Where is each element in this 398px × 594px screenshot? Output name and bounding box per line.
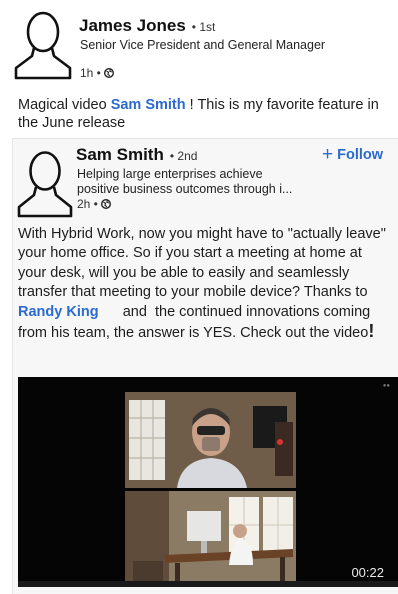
follow-button[interactable]: + Follow bbox=[322, 144, 384, 165]
shared-post-time: 2h • bbox=[77, 197, 98, 211]
video-corner-indicator: ●● bbox=[382, 383, 390, 389]
globe-icon bbox=[103, 68, 114, 78]
shared-author-name-text[interactable]: Sam Smith bbox=[76, 145, 164, 164]
video-participant-top bbox=[125, 392, 296, 488]
mention-link[interactable]: Randy King bbox=[18, 304, 99, 320]
person-outline-icon bbox=[17, 151, 73, 218]
video-duration: 00:22 bbox=[351, 565, 384, 580]
video-participant-bottom bbox=[125, 491, 296, 587]
shared-author-name[interactable]: Sam Smith • 2nd bbox=[76, 145, 197, 165]
post-time: 1h • bbox=[80, 66, 101, 80]
participant-scene-bottom bbox=[125, 491, 296, 587]
mention-link[interactable]: Sam Smith bbox=[111, 97, 186, 113]
feed-post: James Jones • 1st Senior Vice President a… bbox=[0, 0, 398, 594]
video-player[interactable]: ●● 00:22 bbox=[18, 377, 398, 587]
plus-icon: + bbox=[322, 144, 334, 165]
follow-label: Follow bbox=[337, 147, 384, 163]
shared-post-meta: 2h • bbox=[77, 197, 111, 211]
participant-scene-top bbox=[125, 392, 296, 488]
globe-icon bbox=[100, 199, 111, 209]
author-name-text[interactable]: James Jones bbox=[79, 16, 186, 35]
shared-text-end: ! bbox=[368, 321, 375, 342]
post-text: Magical video Sam Smith ! This is my fav… bbox=[18, 96, 390, 132]
post-text-before: Magical video bbox=[18, 97, 111, 113]
shared-text-part1: With Hybrid Work, now you might have to … bbox=[18, 226, 386, 301]
shared-connection-degree: • 2nd bbox=[169, 149, 198, 163]
post-meta: 1h • bbox=[80, 66, 114, 80]
author-name[interactable]: James Jones • 1st bbox=[79, 16, 215, 36]
shared-avatar[interactable] bbox=[15, 150, 75, 220]
person-outline-icon bbox=[14, 11, 72, 80]
shared-headline-line2: positive business outcomes through i... bbox=[77, 182, 293, 196]
author-headline: Senior Vice President and General Manage… bbox=[80, 38, 326, 52]
avatar[interactable] bbox=[12, 10, 74, 82]
video-controls-bar[interactable] bbox=[18, 581, 398, 587]
shared-author-headline: Helping large enterprises achieve positi… bbox=[77, 167, 292, 197]
shared-headline-line1: Helping large enterprises achieve bbox=[77, 167, 263, 181]
connection-degree: • 1st bbox=[191, 20, 216, 34]
shared-post-text: With Hybrid Work, now you might have to … bbox=[18, 225, 392, 343]
